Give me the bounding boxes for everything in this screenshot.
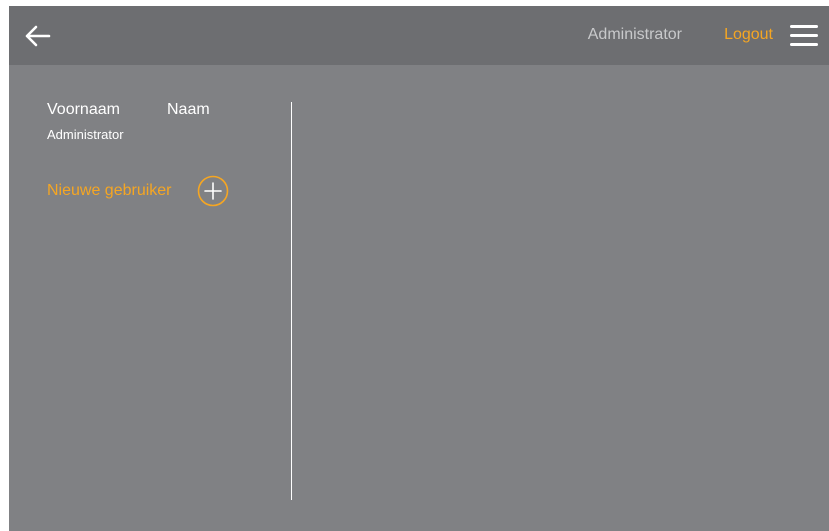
hamburger-menu-icon (790, 25, 818, 28)
user-list-panel: Voornaam Naam Administrator Nieuwe gebru… (9, 65, 291, 531)
current-user-name: Administrator (587, 26, 682, 43)
back-button[interactable] (23, 22, 53, 50)
new-user-label: Nieuwe gebruiker (47, 182, 172, 199)
column-header-voornaam: Voornaam (47, 101, 120, 118)
hamburger-menu-icon (790, 34, 818, 37)
column-header-naam: Naam (167, 101, 210, 118)
plus-circle-icon (197, 175, 228, 207)
app-window: Administrator Logout Voornaam Naam Admin… (9, 6, 829, 531)
menu-button[interactable] (790, 25, 818, 47)
new-user-button[interactable]: Nieuwe gebruiker (47, 174, 229, 208)
arrow-left-icon (25, 25, 51, 47)
user-list-item[interactable]: Administrator (47, 127, 124, 142)
top-bar: Administrator Logout (9, 6, 829, 65)
hamburger-menu-icon (790, 43, 818, 46)
detail-panel (292, 65, 829, 531)
logout-link[interactable]: Logout (724, 26, 773, 44)
